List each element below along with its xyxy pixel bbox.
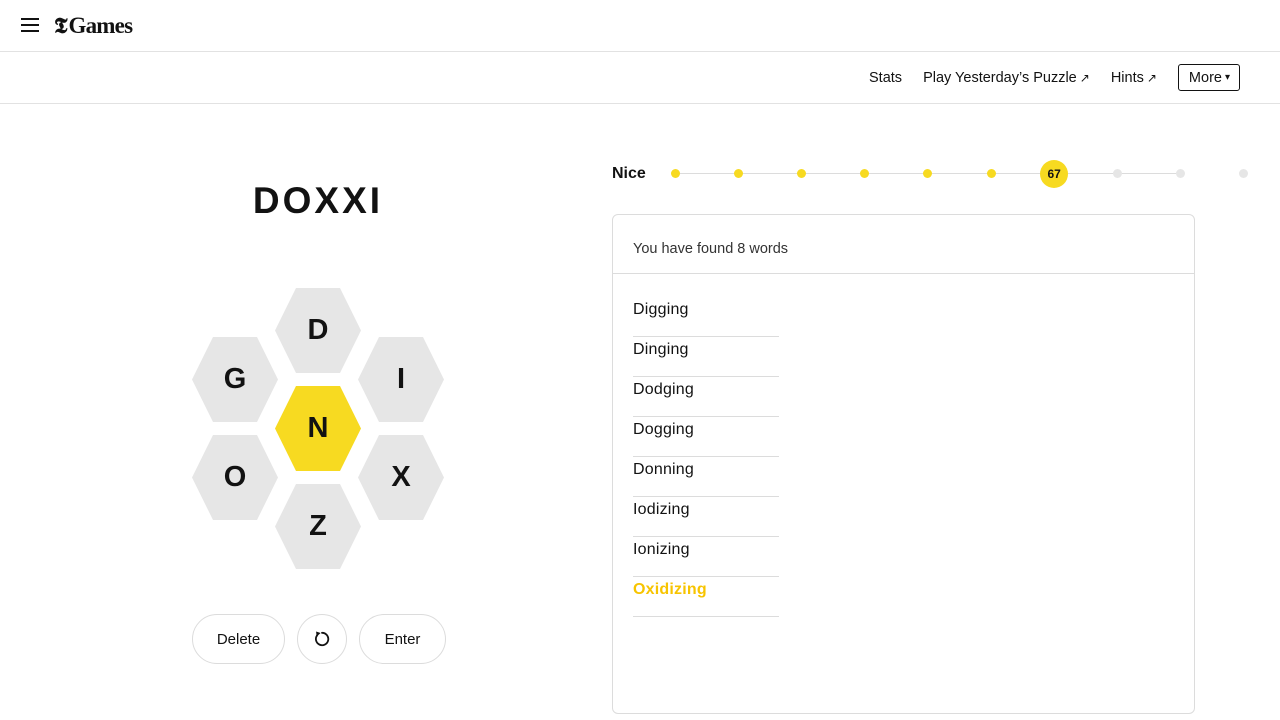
games-logo[interactable]: 𝕿 Games (54, 12, 134, 40)
progress-level-dot (1239, 169, 1249, 178)
found-word: Dogging (633, 417, 779, 457)
progress-level-dot (923, 169, 933, 178)
hamburger-menu-icon[interactable] (19, 13, 43, 39)
found-word: Digging (633, 297, 779, 337)
shuffle-icon (315, 631, 330, 647)
found-words-panel[interactable]: You have found 8 words Digging Dinging Dod… (612, 214, 1195, 714)
progress-level-dot (796, 169, 806, 178)
found-words-count: You have found 8 words (633, 241, 789, 257)
found-words-list: Digging Dinging Dodging Dogging Donning Iodiz… (633, 297, 779, 617)
top-bar: 𝕿 Games (0, 0, 1280, 52)
delete-button[interactable]: Delete (192, 614, 285, 664)
found-word: Dinging (633, 337, 779, 377)
progress-level-dot (1176, 169, 1186, 178)
progress-level-dot (1112, 169, 1122, 178)
hive-cell-upper-right[interactable]: I (357, 336, 445, 423)
stats-link[interactable]: Stats (869, 70, 902, 86)
progress-level-dot (860, 169, 870, 178)
panel-divider (613, 273, 1194, 274)
games-logo-text: Games (68, 13, 134, 38)
enter-label: Enter (384, 630, 421, 648)
hive-cell-lower-right[interactable]: X (357, 434, 445, 521)
letter-hive: D G I N O X Z (190, 287, 448, 572)
hive-cell-upper-left[interactable]: G (191, 336, 279, 423)
progress-level-dot (986, 169, 996, 178)
hive-controls: Delete Enter (192, 614, 446, 664)
external-arrow-icon: ↗ (1146, 70, 1157, 85)
external-arrow-icon: ↗ (1079, 70, 1090, 85)
enter-button[interactable]: Enter (359, 614, 446, 664)
more-dropdown-button[interactable]: More ▾ (1177, 64, 1240, 91)
shuffle-button[interactable] (297, 614, 347, 664)
hive-cell-center[interactable]: N (274, 385, 362, 472)
progress-level-dot (733, 169, 743, 178)
hints-label: Hints (1110, 69, 1144, 86)
chevron-down-icon: ▾ (1224, 72, 1230, 83)
play-yesterdays-puzzle-link[interactable]: Play Yesterday’s Puzzle ↗ (923, 70, 1090, 86)
toolbar-links: Stats Play Yesterday’s Puzzle ↗ Hints ↗ Mo… (848, 64, 1240, 91)
found-word: Ionizing (633, 537, 779, 577)
hive-cell-lower-left[interactable]: O (191, 434, 279, 521)
delete-label: Delete (216, 630, 261, 648)
current-score-marker: 67 (1040, 160, 1069, 188)
found-word: Donning (633, 457, 779, 497)
more-label: More (1188, 69, 1222, 86)
yesterday-label: Play Yesterday’s Puzzle (923, 69, 1077, 86)
nyt-logo-mark: 𝕿 (54, 13, 67, 39)
hints-link[interactable]: Hints ↗ (1111, 70, 1157, 86)
hive-cell-bottom[interactable]: Z (274, 483, 362, 570)
stats-label: Stats (869, 69, 903, 86)
progress-level-dot (670, 169, 680, 178)
rank-progress-bar[interactable]: Nice 67 (612, 156, 1249, 192)
current-word-input: DOXXI (252, 180, 384, 221)
found-word: Iodizing (633, 497, 779, 537)
found-word: Dodging (633, 377, 779, 417)
found-word-pangram: Oxidizing (633, 577, 779, 617)
hive-cell-top[interactable]: D (274, 287, 362, 374)
rank-label: Nice (612, 165, 646, 182)
game-toolbar: Stats Play Yesterday’s Puzzle ↗ Hints ↗ Mo… (0, 52, 1280, 104)
